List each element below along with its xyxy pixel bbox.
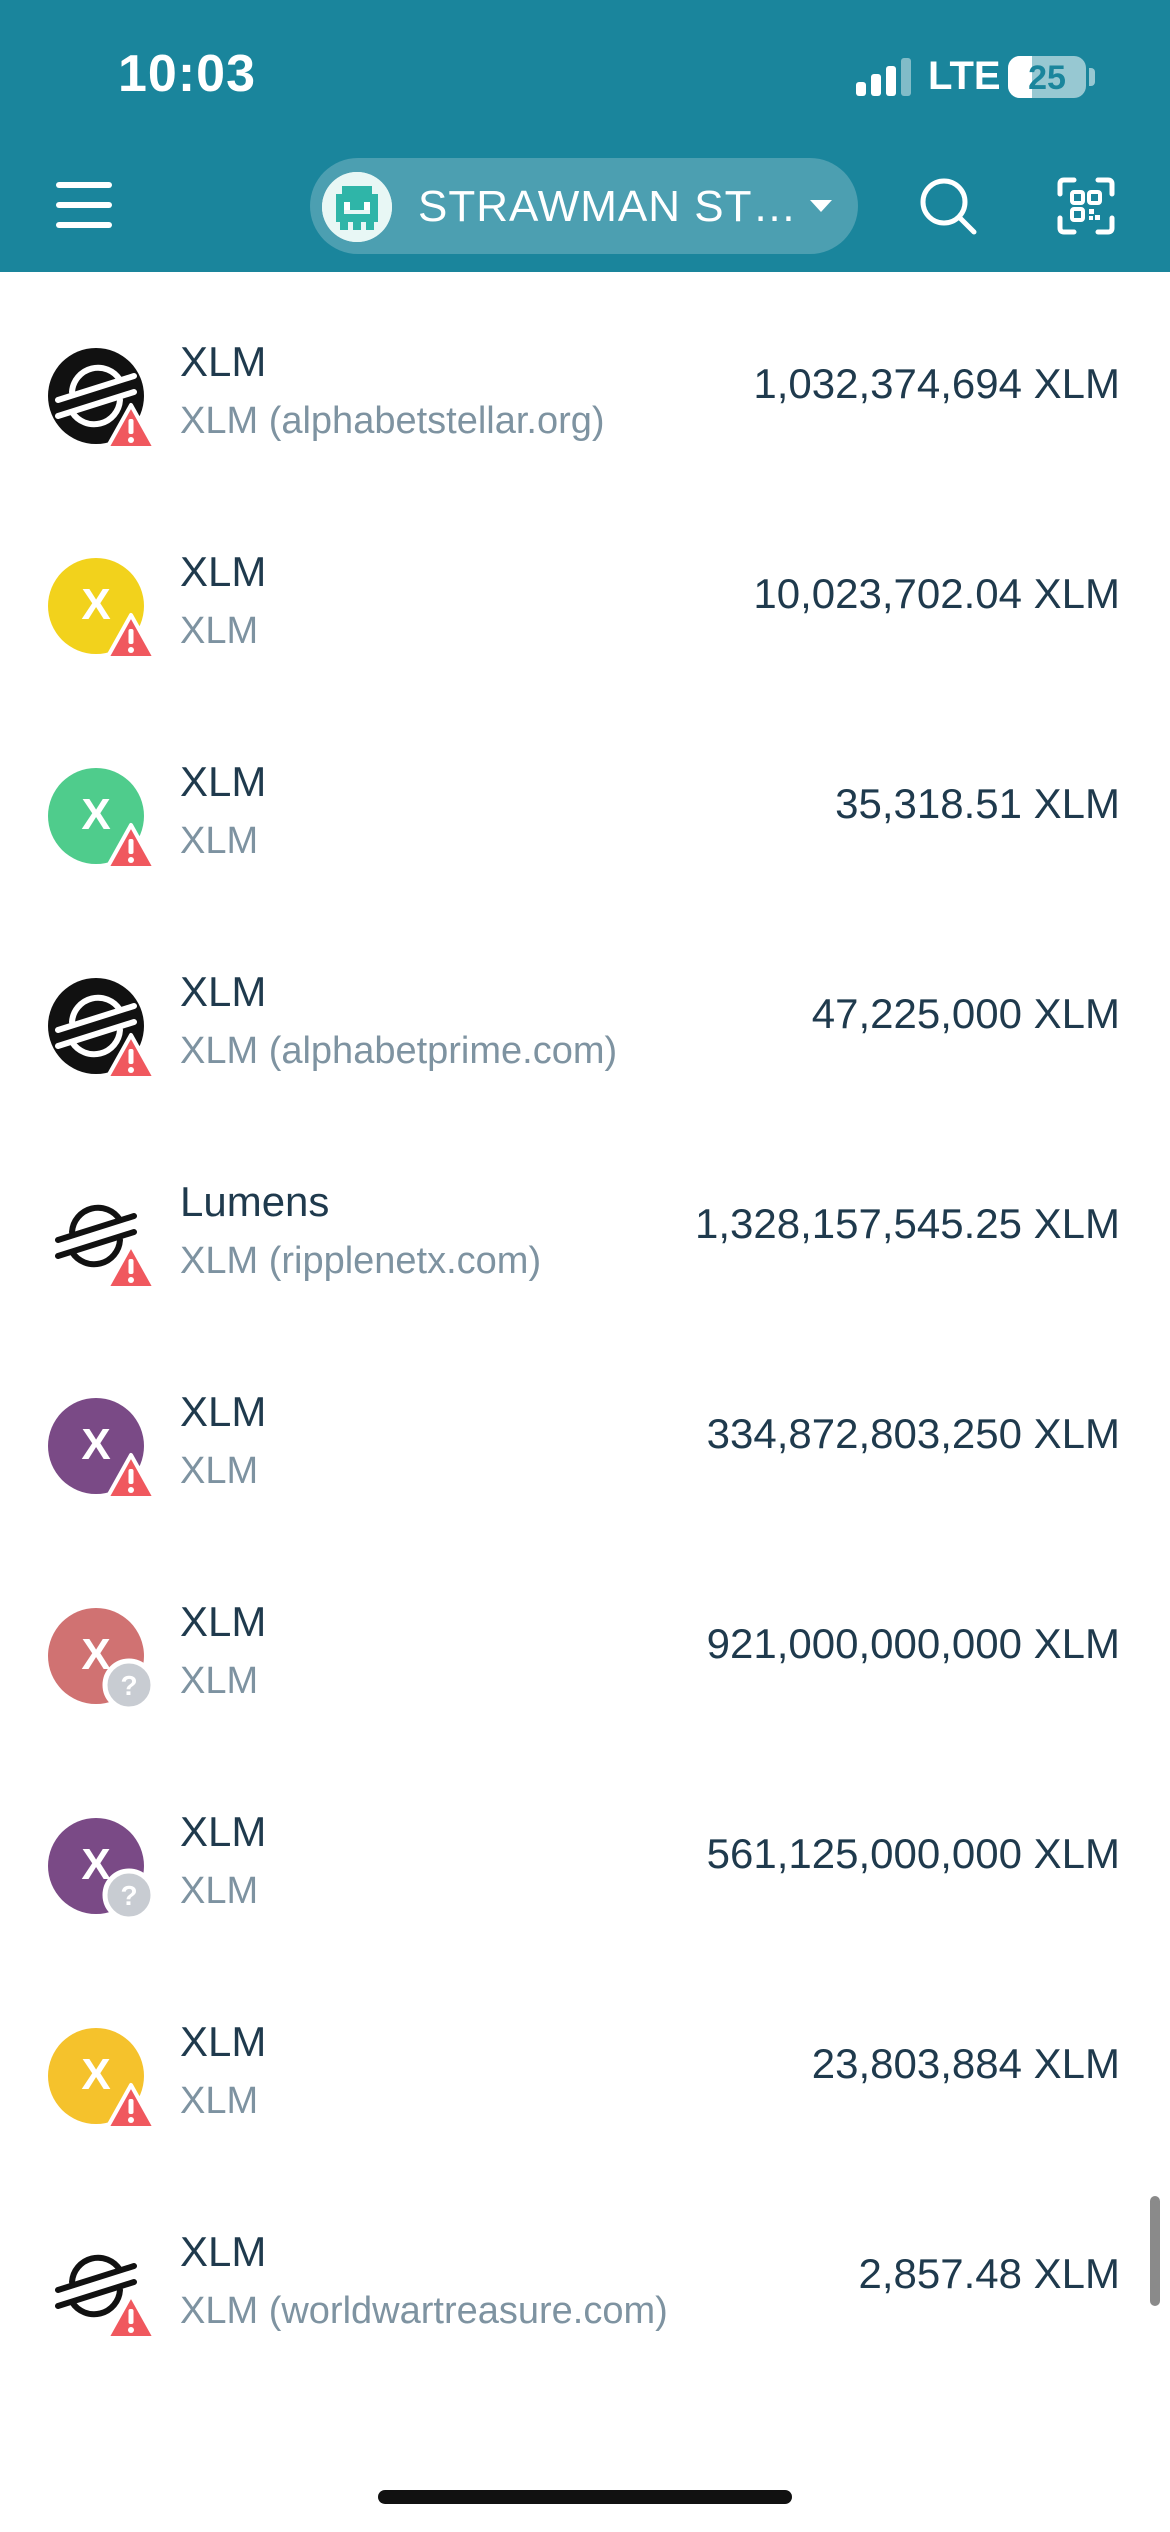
asset-balance: 23,803,884 XLM bbox=[811, 2040, 1120, 2087]
asset-balance: 2,857.48 XLM bbox=[858, 2250, 1120, 2297]
qr-scan-icon[interactable] bbox=[1056, 176, 1116, 236]
asset-row[interactable]: Lumens XLM (ripplenetx.com) 1,328,157,545.… bbox=[0, 1150, 1170, 1360]
status-bar: 10:03 LTE 25 bbox=[0, 0, 1170, 150]
scrollbar[interactable] bbox=[1150, 2196, 1160, 2306]
asset-issuer: XLM (ripplenetx.com) bbox=[180, 1240, 542, 1282]
asset-issuer: XLM (alphabetstellar.org) bbox=[180, 400, 605, 442]
warning-icon bbox=[104, 1032, 158, 1082]
asset-row[interactable]: XLM XLM (worldwartreasure.com) 2,857.48 XL… bbox=[0, 2200, 1170, 2410]
svg-text:?: ? bbox=[120, 1880, 137, 1911]
asset-row[interactable]: X? XLM XLM 921,000,000,000 XLM bbox=[0, 1570, 1170, 1780]
asset-issuer: XLM bbox=[180, 820, 259, 862]
asset-issuer: XLM bbox=[180, 1450, 259, 1492]
account-name: STRAWMAN ST… bbox=[418, 182, 798, 231]
asset-balance: 1,328,157,545.25 XLM bbox=[694, 1200, 1120, 1247]
unknown-asset-icon: ? bbox=[102, 1868, 156, 1922]
asset-name: Lumens bbox=[180, 1178, 330, 1225]
asset-row[interactable]: X? XLM XLM 561,125,000,000 XLM bbox=[0, 1780, 1170, 1990]
account-avatar bbox=[322, 172, 392, 242]
asset-balance: 921,000,000,000 XLM bbox=[706, 1620, 1120, 1667]
asset-list: XLM XLM (alphabetstellar.org) 1,032,374,69… bbox=[0, 272, 1170, 2422]
asset-balance: 561,125,000,000 XLM bbox=[706, 1830, 1120, 1877]
asset-issuer: XLM (alphabetprime.com) bbox=[180, 1030, 618, 1072]
asset-name: XLM bbox=[180, 2228, 267, 2275]
asset-row[interactable]: XXLM bbox=[0, 2410, 1170, 2422]
asset-name: XLM bbox=[180, 548, 267, 595]
asset-row[interactable]: X XLM XLM 334,872,803,250 XLM bbox=[0, 1360, 1170, 1570]
home-indicator[interactable] bbox=[378, 2490, 792, 2504]
battery-icon: 25 bbox=[1008, 56, 1086, 98]
asset-balance: 47,225,000 XLM bbox=[811, 990, 1120, 1037]
svg-text:?: ? bbox=[120, 1670, 137, 1701]
warning-icon bbox=[104, 822, 158, 872]
asset-name: XLM bbox=[180, 2018, 267, 2065]
warning-icon bbox=[104, 1452, 158, 1502]
asset-row[interactable]: X XLM XLM 10,023,702.04 XLM bbox=[0, 520, 1170, 730]
warning-icon bbox=[104, 1242, 158, 1292]
battery-level: 25 bbox=[1028, 59, 1066, 97]
asset-row[interactable]: X XLM XLM 23,803,884 XLM bbox=[0, 1990, 1170, 2200]
search-icon[interactable] bbox=[916, 174, 980, 238]
asset-issuer: XLM bbox=[180, 1660, 259, 1702]
app-header: 10:03 LTE 25 STRAWMAN ST… bbox=[0, 0, 1170, 272]
chevron-down-icon bbox=[810, 200, 832, 212]
asset-name: XLM bbox=[180, 968, 267, 1015]
signal-strength-icon bbox=[856, 58, 912, 96]
asset-name: XLM bbox=[180, 1388, 267, 1435]
asset-issuer: XLM bbox=[180, 610, 259, 652]
warning-icon bbox=[104, 2082, 158, 2132]
asset-row[interactable]: XLM XLM (alphabetstellar.org) 1,032,374,69… bbox=[0, 310, 1170, 520]
asset-issuer: XLM bbox=[180, 1870, 259, 1912]
asset-balance: 10,023,702.04 XLM bbox=[753, 570, 1120, 617]
network-type: LTE bbox=[928, 54, 1001, 98]
asset-row[interactable]: X XLM XLM 35,318.51 XLM bbox=[0, 730, 1170, 940]
hamburger-menu-icon[interactable] bbox=[56, 180, 112, 230]
warning-icon bbox=[104, 402, 158, 452]
warning-icon bbox=[104, 2292, 158, 2342]
account-selector[interactable]: STRAWMAN ST… bbox=[310, 158, 858, 254]
asset-name: XLM bbox=[180, 1808, 267, 1855]
asset-name: XLM bbox=[180, 338, 267, 385]
battery-cap bbox=[1089, 68, 1095, 86]
status-time: 10:03 bbox=[118, 45, 256, 103]
asset-issuer: XLM (worldwartreasure.com) bbox=[180, 2290, 668, 2332]
unknown-asset-icon: ? bbox=[102, 1658, 156, 1712]
asset-row[interactable]: XLM XLM (alphabetprime.com) 47,225,000 XLM bbox=[0, 940, 1170, 1150]
asset-issuer: XLM bbox=[180, 2080, 259, 2122]
asset-name: XLM bbox=[180, 758, 267, 805]
asset-balance: 334,872,803,250 XLM bbox=[706, 1410, 1120, 1457]
warning-icon bbox=[104, 612, 158, 662]
asset-balance: 35,318.51 XLM bbox=[835, 780, 1120, 827]
asset-name: XLM bbox=[180, 1598, 267, 1645]
asset-balance: 1,032,374,694 XLM bbox=[753, 360, 1120, 407]
